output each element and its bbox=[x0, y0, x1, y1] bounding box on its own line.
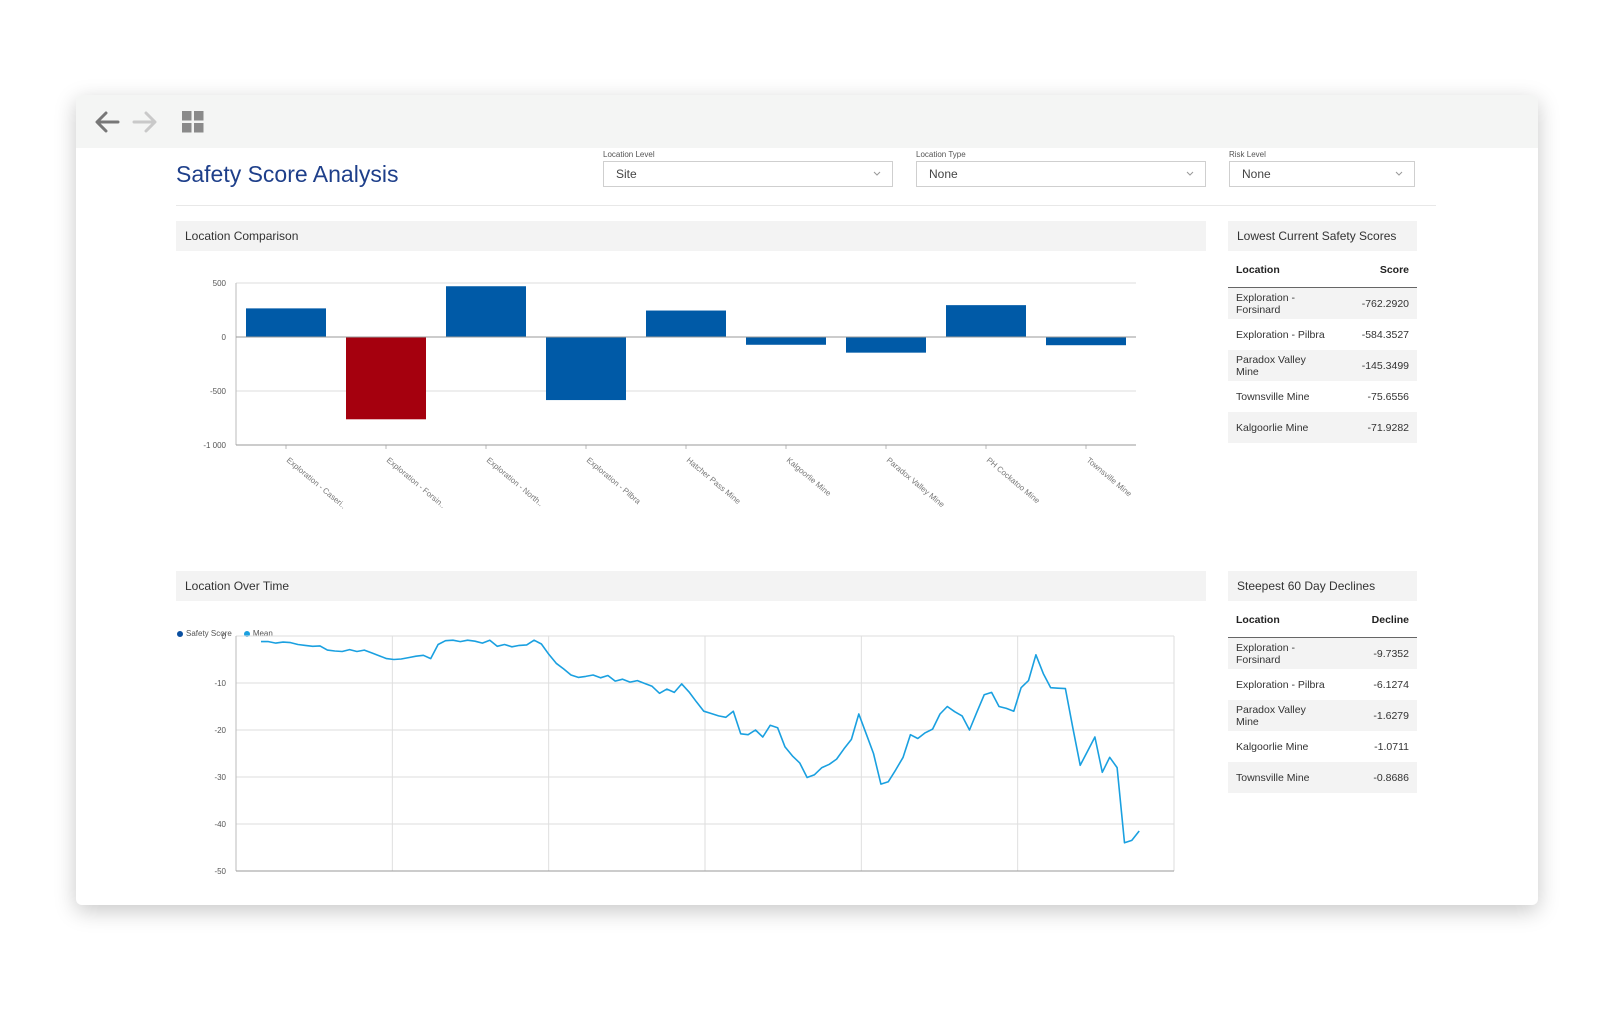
row-location: Townsville Mine bbox=[1236, 771, 1310, 784]
location-type-label: Location Type bbox=[916, 150, 966, 159]
y-tick-label: -500 bbox=[210, 387, 227, 396]
table-row[interactable]: Exploration - Forsinard -9.7352 bbox=[1228, 638, 1417, 669]
y-tick-label: -30 bbox=[214, 773, 226, 782]
page-title: Safety Score Analysis bbox=[176, 161, 399, 187]
table-row[interactable]: Kalgoorlie Mine -1.0711 bbox=[1228, 731, 1417, 762]
location-type-select[interactable]: None bbox=[916, 161, 1206, 187]
bar bbox=[246, 308, 326, 337]
location-type-value: None bbox=[929, 167, 958, 181]
table-header: Location Score bbox=[1228, 253, 1417, 288]
bar bbox=[446, 286, 526, 337]
row-value: -1.0711 bbox=[1374, 740, 1409, 753]
app-window: Safety Score Analysis Location Level Sit… bbox=[76, 95, 1538, 905]
row-location: Kalgoorlie Mine bbox=[1236, 740, 1309, 753]
risk-level-select[interactable]: None bbox=[1229, 161, 1415, 187]
toolbar bbox=[76, 95, 1538, 148]
y-tick-label: 500 bbox=[213, 279, 227, 288]
row-value: -71.9282 bbox=[1367, 421, 1409, 434]
table-row[interactable]: Exploration - Forsinard -762.2920 bbox=[1228, 288, 1417, 319]
location-level-value: Site bbox=[616, 167, 637, 181]
column-header-decline: Decline bbox=[1371, 614, 1409, 626]
row-location: Kalgoorlie Mine bbox=[1236, 421, 1309, 434]
arrow-left-icon[interactable] bbox=[92, 109, 122, 135]
bar bbox=[546, 337, 626, 401]
row-location: Exploration - Forsinard bbox=[1236, 641, 1295, 666]
x-tick-label: Paradox Valley Mine bbox=[885, 456, 947, 510]
row-value: -6.1274 bbox=[1373, 678, 1409, 691]
bar bbox=[646, 310, 726, 337]
table-row[interactable]: Paradox Valley Mine -1.6279 bbox=[1228, 700, 1417, 731]
row-location: Exploration - Pilbra bbox=[1236, 678, 1325, 691]
location-level-label: Location Level bbox=[603, 150, 655, 159]
row-location: Townsville Mine bbox=[1236, 390, 1310, 403]
y-tick-label: -50 bbox=[214, 867, 226, 876]
row-value: -75.6556 bbox=[1367, 390, 1409, 403]
risk-level-value: None bbox=[1242, 167, 1271, 181]
bar bbox=[746, 337, 826, 345]
row-value: -1.6279 bbox=[1373, 709, 1409, 722]
row-value: -584.3527 bbox=[1361, 328, 1409, 341]
row-value: -762.2920 bbox=[1361, 297, 1409, 310]
table-body: Exploration - Forsinard -9.7352 Explorati… bbox=[1228, 638, 1417, 793]
x-tick-label: Exploration - Forsin.. bbox=[385, 456, 447, 510]
x-tick-label: Exploration - Pilbra bbox=[585, 456, 643, 507]
y-tick-label: -40 bbox=[214, 820, 226, 829]
row-value: -9.7352 bbox=[1373, 647, 1409, 660]
row-value: -0.8686 bbox=[1373, 771, 1409, 784]
row-location: Exploration - Pilbra bbox=[1236, 328, 1325, 341]
arrow-right-icon[interactable] bbox=[130, 109, 160, 135]
column-header-score: Score bbox=[1379, 264, 1409, 276]
x-tick-label: Hatcher Pass Mine bbox=[685, 456, 743, 507]
table-row[interactable]: Kalgoorlie Mine -71.9282 bbox=[1228, 412, 1417, 443]
bar bbox=[346, 337, 426, 420]
table-row[interactable]: Paradox Valley Mine -145.3499 bbox=[1228, 350, 1417, 381]
x-tick-label: Townsville Mine bbox=[1085, 456, 1134, 499]
header-divider bbox=[176, 205, 1436, 206]
x-tick-label: Exploration - North.. bbox=[485, 456, 545, 509]
row-location: Exploration - Forsinard bbox=[1236, 291, 1295, 316]
x-tick-label: PH Cockatoo Mine bbox=[985, 456, 1042, 506]
y-tick-label: -1 000 bbox=[203, 441, 226, 450]
table-row[interactable]: Exploration - Pilbra -6.1274 bbox=[1228, 669, 1417, 700]
chevron-down-icon bbox=[873, 171, 881, 176]
y-tick-label: -20 bbox=[214, 726, 226, 735]
risk-level-label: Risk Level bbox=[1229, 150, 1266, 159]
bar bbox=[1046, 337, 1126, 346]
table-header: Location Decline bbox=[1228, 603, 1417, 638]
location-comparison-chart: 500 0 -500 -1 000 Exploration - Caseri.. Expl… bbox=[203, 279, 1136, 511]
steepest-declines-table: Location Decline Exploration - Forsinard… bbox=[1228, 603, 1417, 793]
bar bbox=[846, 337, 926, 353]
table-row[interactable]: Townsville Mine -0.8686 bbox=[1228, 762, 1417, 793]
table-row[interactable]: Townsville Mine -75.6556 bbox=[1228, 381, 1417, 412]
column-header-location: Location bbox=[1236, 264, 1280, 276]
bar bbox=[946, 305, 1026, 337]
row-location: Paradox Valley Mine bbox=[1236, 353, 1306, 378]
table-row[interactable]: Exploration - Pilbra -584.3527 bbox=[1228, 319, 1417, 350]
column-header-location: Location bbox=[1236, 614, 1280, 626]
steepest-declines-header: Steepest 60 Day Declines bbox=[1228, 571, 1417, 601]
y-tick-label: 0 bbox=[222, 632, 227, 641]
x-tick-label: Exploration - Caseri.. bbox=[285, 456, 348, 511]
grid-icon[interactable] bbox=[182, 111, 204, 133]
location-level-select[interactable]: Site bbox=[603, 161, 893, 187]
lowest-scores-header: Lowest Current Safety Scores bbox=[1228, 221, 1417, 251]
chevron-down-icon bbox=[1395, 171, 1403, 176]
y-tick-label: -10 bbox=[214, 679, 226, 688]
chevron-down-icon bbox=[1186, 171, 1194, 176]
location-over-time-header: Location Over Time bbox=[176, 571, 1206, 601]
table-body: Exploration - Forsinard -762.2920 Explora… bbox=[1228, 288, 1417, 443]
x-tick-label: Kalgoorlie Mine bbox=[785, 456, 833, 499]
location-comparison-header: Location Comparison bbox=[176, 221, 1206, 251]
row-location: Paradox Valley Mine bbox=[1236, 703, 1306, 728]
row-value: -145.3499 bbox=[1361, 359, 1409, 372]
location-over-time-chart: 0 -10 -20 -30 -40 -50 bbox=[214, 632, 1175, 876]
y-tick-label: 0 bbox=[222, 333, 227, 342]
lowest-scores-table: Location Score Exploration - Forsinard -7… bbox=[1228, 253, 1417, 443]
